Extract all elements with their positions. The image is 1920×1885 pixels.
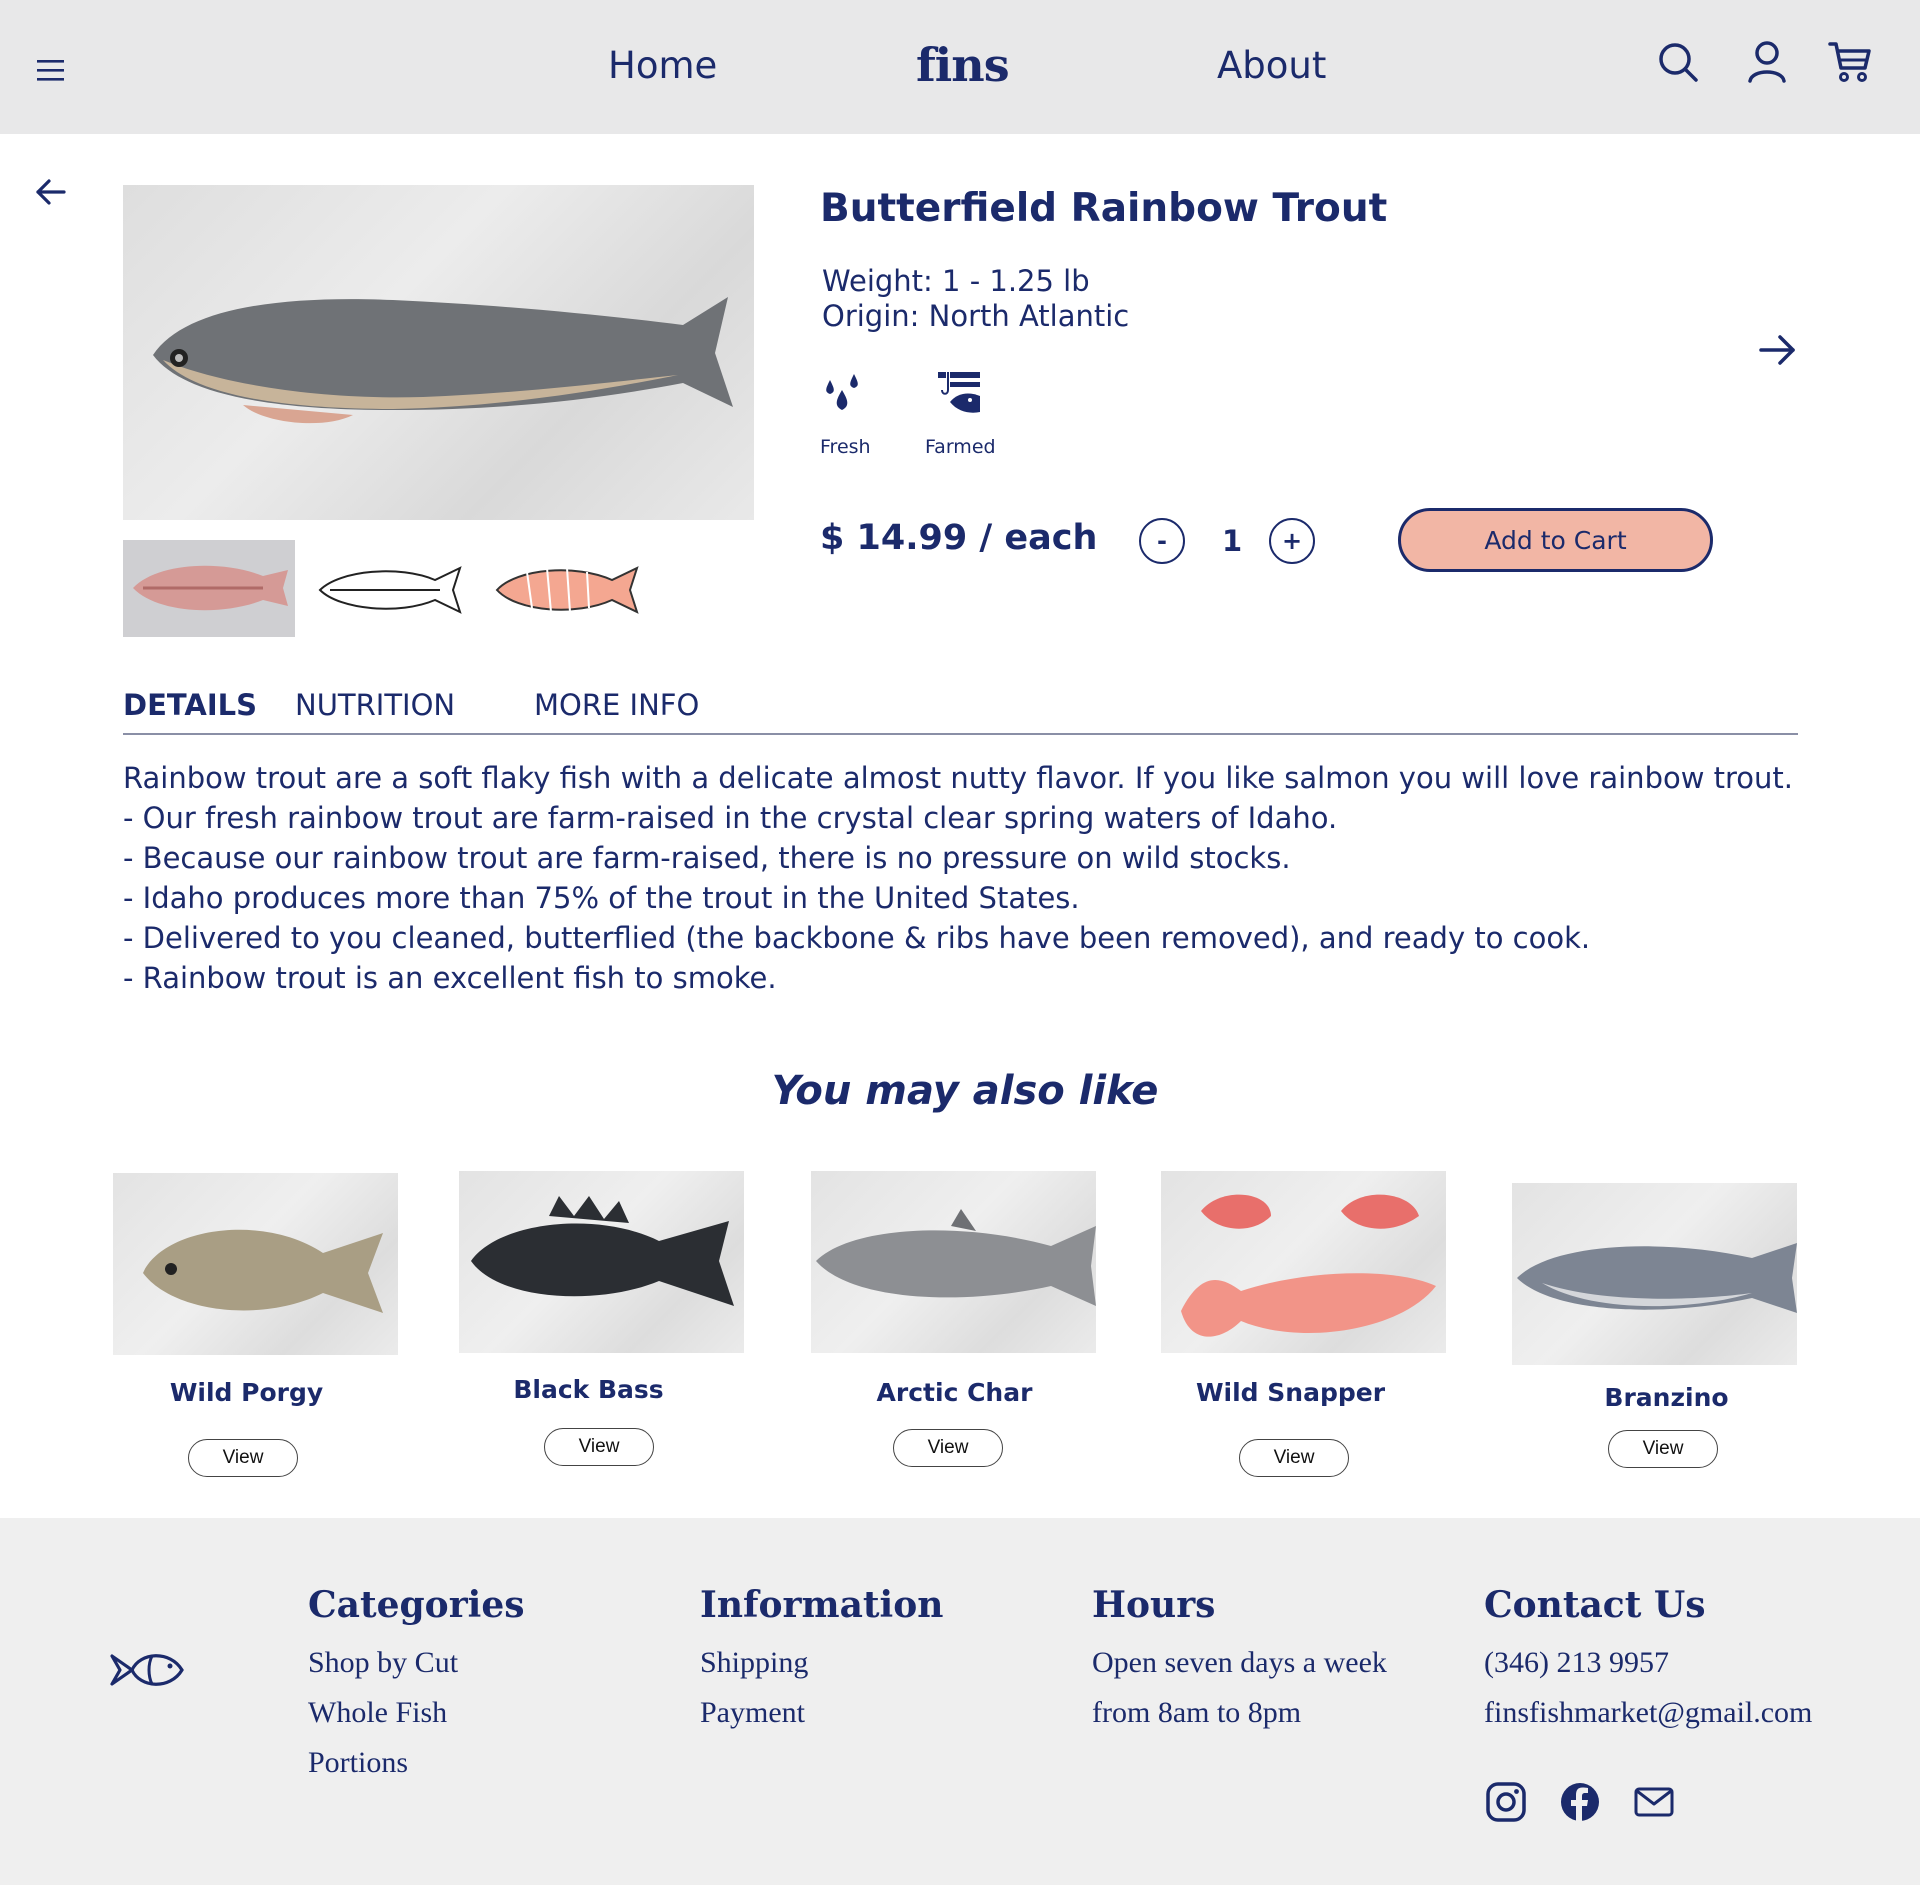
tab-details[interactable]: DETAILS [123,688,257,722]
quantity-value: 1 [1222,524,1243,558]
product-title: Butterfield Rainbow Trout [820,186,1388,231]
nav-about-link[interactable]: About [1217,44,1326,87]
recommendation-image-arctic-char[interactable] [811,1171,1096,1353]
footer-hours-days: Open seven days a week [1092,1646,1387,1679]
tab-divider [123,733,1798,735]
footer-link-payment[interactable]: Payment [700,1696,805,1730]
tab-more-info[interactable]: MORE INFO [534,688,699,722]
thumbnail-cut-diagram[interactable] [310,540,470,637]
view-wild-porgy-button[interactable]: View [188,1439,298,1477]
footer-link-whole-fish[interactable]: Whole Fish [308,1696,447,1730]
product-weight: Weight: 1 - 1.25 lb [822,264,1090,298]
details-intro: Rainbow trout are a soft flaky fish with… [123,761,1794,795]
details-bullet: - Rainbow trout is an excellent fish to … [123,961,777,995]
recommendation-image-black-bass[interactable] [459,1171,744,1353]
recommendations-title: You may also like [771,1068,1159,1114]
recommendation-name[interactable]: Black Bass [446,1375,731,1404]
details-bullet: - Delivered to you cleaned, butterflied … [123,921,1591,955]
footer-email[interactable]: finsfishmarket@gmail.com [1484,1696,1812,1730]
footer-information-heading: Information [700,1584,944,1626]
view-arctic-char-button[interactable]: View [893,1429,1003,1467]
quantity-increase-button[interactable]: + [1269,518,1315,564]
product-origin: Origin: North Atlantic [822,299,1130,333]
attribute-fresh-label: Fresh [820,436,871,458]
account-icon[interactable] [1745,40,1789,84]
facebook-icon[interactable] [1558,1780,1602,1824]
tab-nutrition[interactable]: NUTRITION [295,688,455,722]
recommendation-image-wild-snapper[interactable] [1161,1171,1446,1353]
view-branzino-button[interactable]: View [1608,1430,1718,1468]
search-icon[interactable] [1656,40,1700,84]
mail-icon[interactable] [1632,1780,1676,1824]
product-price: $ 14.99 / each [820,518,1098,558]
view-black-bass-button[interactable]: View [544,1428,654,1466]
instagram-icon[interactable] [1484,1780,1528,1824]
recommendation-name[interactable]: Arctic Char [812,1378,1097,1407]
footer-link-portions[interactable]: Portions [308,1746,408,1780]
view-wild-snapper-button[interactable]: View [1239,1439,1349,1477]
nav-home-link[interactable]: Home [608,44,717,87]
site-logo[interactable]: fins [916,38,1010,92]
recommendation-name[interactable]: Branzino [1524,1383,1809,1412]
fish-logo-icon [110,1654,184,1686]
thumbnail-fillet-diagram[interactable] [487,540,647,637]
product-main-photo [123,185,754,520]
details-bullet: - Idaho produces more than 75% of the tr… [123,881,1080,915]
hamburger-menu-icon[interactable] [36,56,66,86]
recommendation-name[interactable]: Wild Porgy [104,1378,389,1407]
back-arrow-icon[interactable] [34,176,68,208]
recommendation-image-branzino[interactable] [1512,1183,1797,1365]
details-bullet: - Because our rainbow trout are farm-rai… [123,841,1291,875]
footer-link-shop-by-cut[interactable]: Shop by Cut [308,1646,458,1680]
footer-link-shipping[interactable]: Shipping [700,1646,808,1680]
thumbnail-butterflied[interactable] [123,540,295,637]
footer-hours-time: from 8am to 8pm [1092,1696,1302,1729]
footer-categories-heading: Categories [308,1584,525,1626]
quantity-decrease-button[interactable]: - [1139,518,1185,564]
footer-hours-heading: Hours [1092,1584,1216,1626]
product-details: Rainbow trout are a soft flaky fish with… [123,758,1793,998]
fish-hook-icon [938,372,980,413]
add-to-cart-button[interactable]: Add to Cart [1398,508,1713,572]
next-arrow-icon[interactable] [1758,332,1798,368]
water-drops-icon [826,374,858,410]
cart-icon[interactable] [1828,40,1872,84]
footer-contact-heading: Contact Us [1484,1584,1706,1626]
recommendation-image-wild-porgy[interactable] [113,1173,398,1355]
recommendation-name[interactable]: Wild Snapper [1148,1378,1433,1407]
attribute-farmed-label: Farmed [925,436,996,458]
footer-phone[interactable]: (346) 213 9957 [1484,1646,1669,1680]
details-bullet: - Our fresh rainbow trout are farm-raise… [123,801,1338,835]
site-header: Home fins About [0,0,1920,134]
